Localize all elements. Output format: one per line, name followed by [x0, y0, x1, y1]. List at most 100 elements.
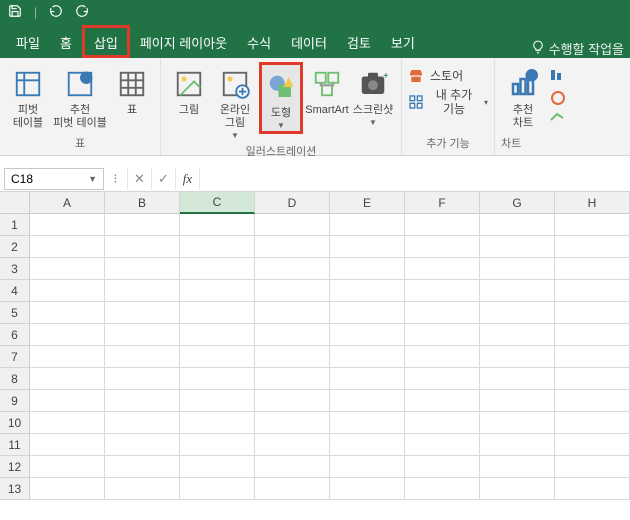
my-addins-button[interactable]: 내 추가 기능 ▾ [408, 86, 488, 119]
cell[interactable] [555, 236, 630, 258]
cell[interactable] [180, 258, 255, 280]
cell[interactable] [480, 478, 555, 500]
formula-input[interactable] [200, 168, 630, 190]
recommended-pivot-button[interactable]: ? 추천 피벗 테이블 [52, 62, 108, 130]
picture-button[interactable]: 그림 [167, 62, 211, 117]
tab-view[interactable]: 보기 [381, 25, 425, 58]
cell[interactable] [30, 478, 105, 500]
column-header[interactable]: E [330, 192, 405, 214]
row-header[interactable]: 6 [0, 324, 30, 346]
cell[interactable] [255, 412, 330, 434]
cell[interactable] [330, 412, 405, 434]
row-header[interactable]: 5 [0, 302, 30, 324]
cell[interactable] [255, 434, 330, 456]
tab-home[interactable]: 홈 [50, 25, 82, 58]
table-button[interactable]: 표 [110, 62, 154, 117]
undo-icon[interactable] [49, 4, 63, 21]
cell[interactable] [330, 214, 405, 236]
cell[interactable] [180, 324, 255, 346]
row-header[interactable]: 8 [0, 368, 30, 390]
cell[interactable] [480, 258, 555, 280]
cell[interactable] [330, 456, 405, 478]
cell[interactable] [105, 258, 180, 280]
cell[interactable] [180, 236, 255, 258]
cell[interactable] [555, 456, 630, 478]
row-header[interactable]: 13 [0, 478, 30, 500]
cell[interactable] [405, 456, 480, 478]
cell[interactable] [255, 478, 330, 500]
tell-me-search[interactable]: 수행할 작업을 [531, 39, 624, 58]
screenshot-button[interactable]: + 스크린샷 ▼ [351, 62, 395, 128]
cell[interactable] [330, 302, 405, 324]
row-header[interactable]: 1 [0, 214, 30, 236]
cell[interactable] [30, 456, 105, 478]
cell[interactable] [30, 280, 105, 302]
formula-dropdown-icon[interactable]: ⁝ [104, 168, 128, 190]
cell[interactable] [480, 434, 555, 456]
cell[interactable] [480, 214, 555, 236]
cell[interactable] [255, 324, 330, 346]
cell[interactable] [330, 236, 405, 258]
pivot-table-button[interactable]: 피벗 테이블 [6, 62, 50, 130]
cell[interactable] [405, 390, 480, 412]
cell[interactable] [330, 324, 405, 346]
chevron-down-icon[interactable]: ▼ [88, 174, 97, 184]
smartart-button[interactable]: SmartArt [305, 62, 349, 117]
tab-file[interactable]: 파일 [6, 25, 50, 58]
cell[interactable] [105, 346, 180, 368]
tab-data[interactable]: 데이터 [281, 25, 337, 58]
cell[interactable] [555, 434, 630, 456]
name-box[interactable]: C18 ▼ [4, 168, 104, 190]
cell[interactable] [255, 258, 330, 280]
cell[interactable] [105, 478, 180, 500]
cell[interactable] [405, 368, 480, 390]
cell[interactable] [405, 236, 480, 258]
column-header[interactable]: H [555, 192, 630, 214]
row-header[interactable]: 4 [0, 280, 30, 302]
row-header[interactable]: 11 [0, 434, 30, 456]
save-icon[interactable] [8, 4, 22, 21]
cell[interactable] [180, 390, 255, 412]
cell[interactable] [405, 346, 480, 368]
cell[interactable] [330, 390, 405, 412]
cell[interactable] [555, 214, 630, 236]
cell[interactable] [105, 456, 180, 478]
cell[interactable] [555, 346, 630, 368]
cell[interactable] [180, 456, 255, 478]
cell[interactable] [180, 434, 255, 456]
column-header[interactable]: C [180, 192, 255, 214]
cell[interactable] [30, 390, 105, 412]
cell[interactable] [255, 280, 330, 302]
cell[interactable] [480, 456, 555, 478]
cell[interactable] [105, 390, 180, 412]
cell[interactable] [30, 302, 105, 324]
cell[interactable] [480, 346, 555, 368]
cell[interactable] [105, 434, 180, 456]
column-header[interactable]: D [255, 192, 330, 214]
cell[interactable] [105, 302, 180, 324]
cell[interactable] [555, 368, 630, 390]
cell[interactable] [555, 412, 630, 434]
cell[interactable] [255, 236, 330, 258]
cell[interactable] [405, 412, 480, 434]
cell[interactable] [105, 280, 180, 302]
cell[interactable] [255, 346, 330, 368]
cell[interactable] [255, 302, 330, 324]
cell[interactable] [555, 478, 630, 500]
cell[interactable] [555, 280, 630, 302]
row-header[interactable]: 3 [0, 258, 30, 280]
chart-types-column[interactable] [547, 62, 569, 128]
cell[interactable] [180, 368, 255, 390]
cell[interactable] [405, 280, 480, 302]
cell[interactable] [105, 324, 180, 346]
online-picture-button[interactable]: 온라인 그림 ▼ [213, 62, 257, 141]
cell[interactable] [555, 302, 630, 324]
column-header[interactable]: B [105, 192, 180, 214]
redo-icon[interactable] [75, 4, 89, 21]
cell[interactable] [30, 236, 105, 258]
row-header[interactable]: 7 [0, 346, 30, 368]
tab-page-layout[interactable]: 페이지 레이아웃 [130, 25, 237, 58]
cell[interactable] [480, 412, 555, 434]
cell[interactable] [555, 324, 630, 346]
cell[interactable] [480, 280, 555, 302]
